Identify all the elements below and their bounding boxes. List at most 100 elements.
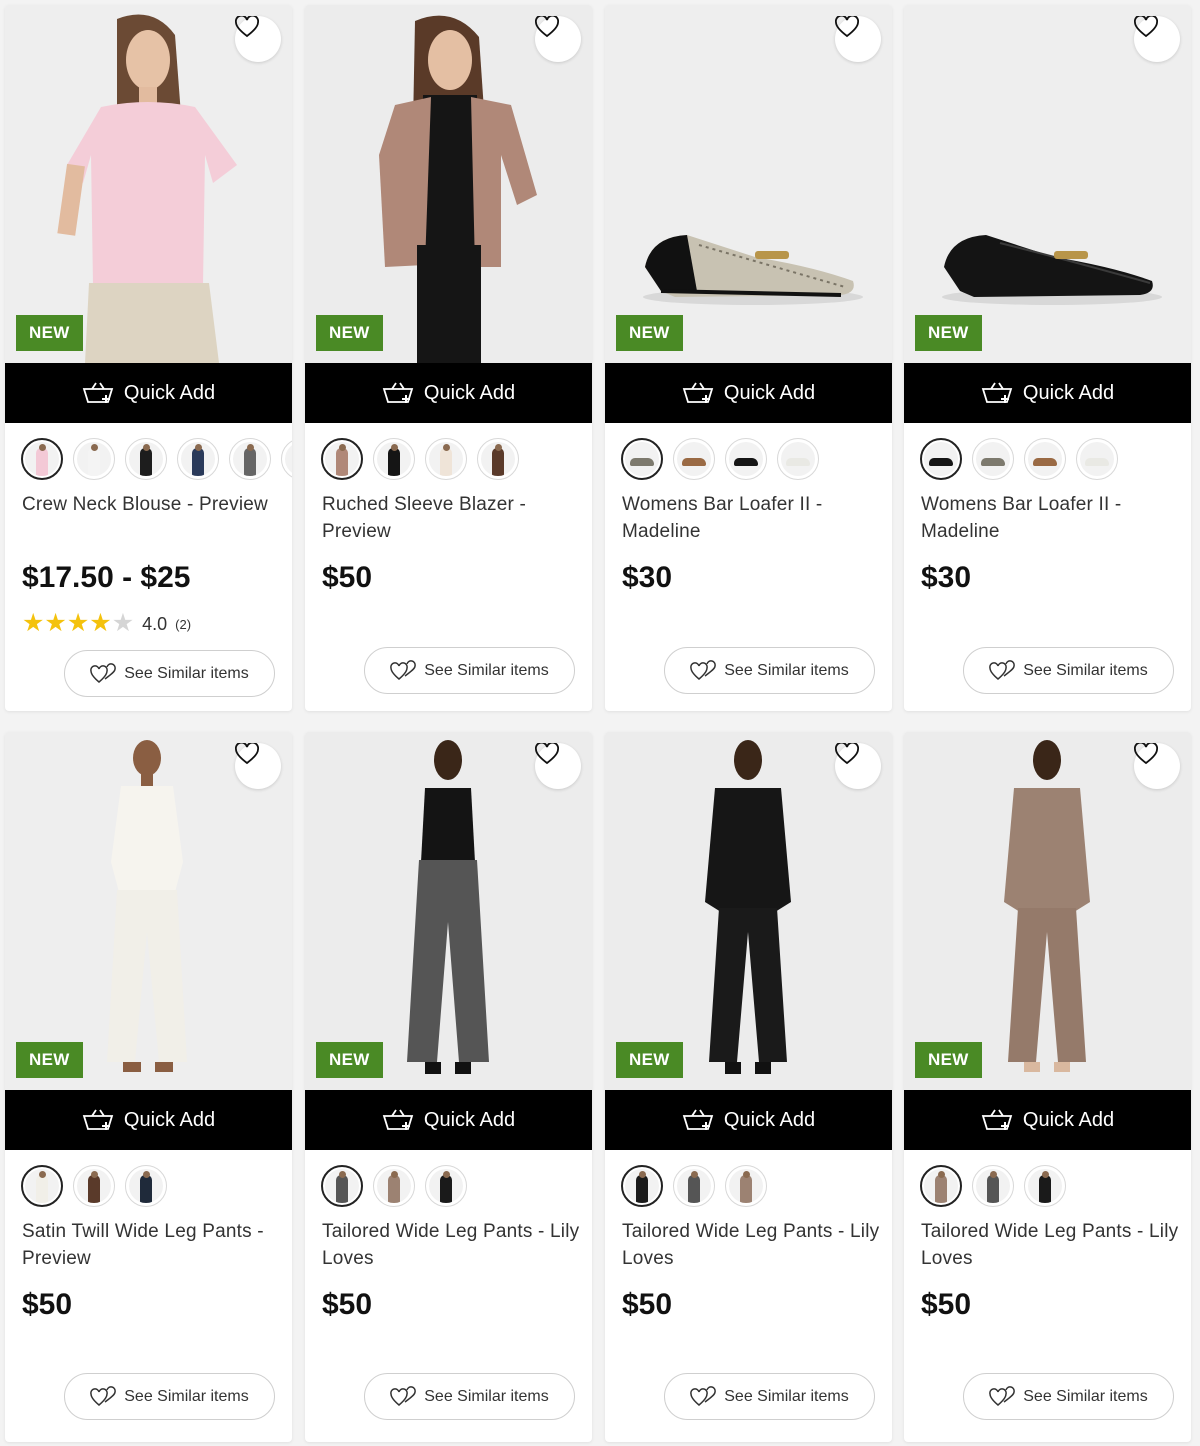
color-swatch[interactable] xyxy=(21,1165,63,1207)
quick-add-button[interactable]: Quick Add xyxy=(904,1090,1191,1150)
wishlist-button[interactable] xyxy=(835,16,881,62)
quick-add-label: Quick Add xyxy=(423,1108,516,1131)
heart-icon xyxy=(835,16,859,38)
color-swatch[interactable] xyxy=(373,438,415,480)
swatch-thumbnail xyxy=(781,442,815,476)
color-swatch[interactable] xyxy=(777,438,819,480)
product-title[interactable]: Satin Twill Wide Leg Pants - Preview xyxy=(22,1218,284,1272)
product-title[interactable]: Tailored Wide Leg Pants - Lily Loves xyxy=(921,1218,1183,1272)
color-swatch[interactable] xyxy=(73,1165,115,1207)
product-card[interactable]: NEW Quick Add Womens Bar Loafer II - Mad… xyxy=(605,5,892,711)
color-swatch[interactable] xyxy=(229,438,271,480)
color-swatch[interactable] xyxy=(920,438,962,480)
see-similar-button[interactable]: See Similar items xyxy=(963,1373,1174,1420)
product-image[interactable]: NEW xyxy=(904,732,1191,1090)
see-similar-button[interactable]: See Similar items xyxy=(64,1373,275,1420)
see-similar-button[interactable]: See Similar items xyxy=(664,647,875,694)
color-swatch[interactable] xyxy=(1024,438,1066,480)
product-image[interactable]: NEW xyxy=(305,732,592,1090)
product-image[interactable]: NEW xyxy=(5,5,292,363)
swatch-thumbnail xyxy=(25,1169,59,1203)
color-swatch[interactable] xyxy=(73,438,115,480)
basket-plus-icon xyxy=(82,1109,114,1130)
color-swatch[interactable] xyxy=(920,1165,962,1207)
color-swatch[interactable] xyxy=(972,438,1014,480)
product-title[interactable]: Womens Bar Loafer II - Madeline xyxy=(622,491,884,545)
product-card[interactable]: NEW Quick Add Ruched Sleeve Blazer - Pre… xyxy=(305,5,592,711)
product-title[interactable]: Ruched Sleeve Blazer - Preview xyxy=(322,491,584,545)
product-image[interactable]: NEW xyxy=(605,732,892,1090)
basket-plus-icon xyxy=(382,1109,414,1130)
color-swatch[interactable] xyxy=(673,438,715,480)
quick-add-button[interactable]: Quick Add xyxy=(5,1090,292,1150)
swatch-thumbnail xyxy=(625,442,659,476)
swatch-thumbnail xyxy=(976,1169,1010,1203)
color-swatch[interactable] xyxy=(972,1165,1014,1207)
product-image[interactable]: NEW xyxy=(305,5,592,363)
color-swatch[interactable] xyxy=(1024,1165,1066,1207)
see-similar-label: See Similar items xyxy=(424,1387,549,1405)
new-badge: NEW xyxy=(616,1042,683,1078)
swatch-thumbnail xyxy=(129,442,163,476)
swatch-thumbnail xyxy=(325,442,359,476)
color-swatch[interactable] xyxy=(673,1165,715,1207)
color-swatch[interactable] xyxy=(21,438,63,480)
color-swatch[interactable] xyxy=(373,1165,415,1207)
color-swatch[interactable] xyxy=(125,1165,167,1207)
color-swatch[interactable] xyxy=(725,1165,767,1207)
color-swatch[interactable] xyxy=(281,438,292,480)
quick-add-button[interactable]: Quick Add xyxy=(5,363,292,423)
quick-add-label: Quick Add xyxy=(723,1108,816,1131)
swatch-thumbnail xyxy=(1080,442,1114,476)
see-similar-button[interactable]: See Similar items xyxy=(64,650,275,697)
color-swatch[interactable] xyxy=(621,438,663,480)
see-similar-button[interactable]: See Similar items xyxy=(963,647,1174,694)
quick-add-button[interactable]: Quick Add xyxy=(605,363,892,423)
color-swatch[interactable] xyxy=(125,438,167,480)
product-title[interactable]: Tailored Wide Leg Pants - Lily Loves xyxy=(322,1218,584,1272)
product-title[interactable]: Crew Neck Blouse - Preview xyxy=(22,491,284,518)
color-swatch[interactable] xyxy=(425,438,467,480)
product-title[interactable]: Womens Bar Loafer II - Madeline xyxy=(921,491,1183,545)
color-swatch[interactable] xyxy=(321,438,363,480)
color-swatch[interactable] xyxy=(425,1165,467,1207)
product-price: $50 xyxy=(622,1288,673,1321)
quick-add-button[interactable]: Quick Add xyxy=(605,1090,892,1150)
quick-add-button[interactable]: Quick Add xyxy=(305,363,592,423)
quick-add-button[interactable]: Quick Add xyxy=(305,1090,592,1150)
hearts-icon xyxy=(390,1385,417,1406)
hearts-icon xyxy=(90,1385,117,1406)
product-card[interactable]: NEW Quick Add Satin Twill Wide Leg Pants… xyxy=(5,732,292,1442)
product-image[interactable]: NEW xyxy=(5,732,292,1090)
see-similar-button[interactable]: See Similar items xyxy=(664,1373,875,1420)
product-card[interactable]: NEW Quick Add Tailored Wide Leg Pants - … xyxy=(904,732,1191,1442)
product-card[interactable]: NEW Quick Add Tailored Wide Leg Pants - … xyxy=(605,732,892,1442)
product-card[interactable]: NEW Quick Add Womens Bar Loafer II - Mad… xyxy=(904,5,1191,711)
wishlist-button[interactable] xyxy=(1134,16,1180,62)
color-swatch[interactable] xyxy=(477,438,519,480)
product-title[interactable]: Tailored Wide Leg Pants - Lily Loves xyxy=(622,1218,884,1272)
product-price: $50 xyxy=(22,1288,73,1321)
product-image[interactable]: NEW xyxy=(605,5,892,363)
wishlist-button[interactable] xyxy=(235,16,281,62)
wishlist-button[interactable] xyxy=(535,16,581,62)
wishlist-button[interactable] xyxy=(835,743,881,789)
color-swatch[interactable] xyxy=(621,1165,663,1207)
wishlist-button[interactable] xyxy=(235,743,281,789)
see-similar-button[interactable]: See Similar items xyxy=(364,647,575,694)
product-price: $30 xyxy=(622,561,673,594)
color-swatch[interactable] xyxy=(177,438,219,480)
see-similar-button[interactable]: See Similar items xyxy=(364,1373,575,1420)
quick-add-button[interactable]: Quick Add xyxy=(904,363,1191,423)
product-card[interactable]: NEW Quick Add Tailored Wide Leg Pants - … xyxy=(305,732,592,1442)
product-image[interactable]: NEW xyxy=(904,5,1191,363)
wishlist-button[interactable] xyxy=(1134,743,1180,789)
product-card[interactable]: NEW Quick Add Crew Neck Blouse - Preview… xyxy=(5,5,292,711)
swatch-thumbnail xyxy=(129,1169,163,1203)
see-similar-label: See Similar items xyxy=(124,664,249,682)
wishlist-button[interactable] xyxy=(535,743,581,789)
color-swatch[interactable] xyxy=(1076,438,1118,480)
color-swatch[interactable] xyxy=(321,1165,363,1207)
color-swatch[interactable] xyxy=(725,438,767,480)
see-similar-label: See Similar items xyxy=(124,1387,249,1405)
